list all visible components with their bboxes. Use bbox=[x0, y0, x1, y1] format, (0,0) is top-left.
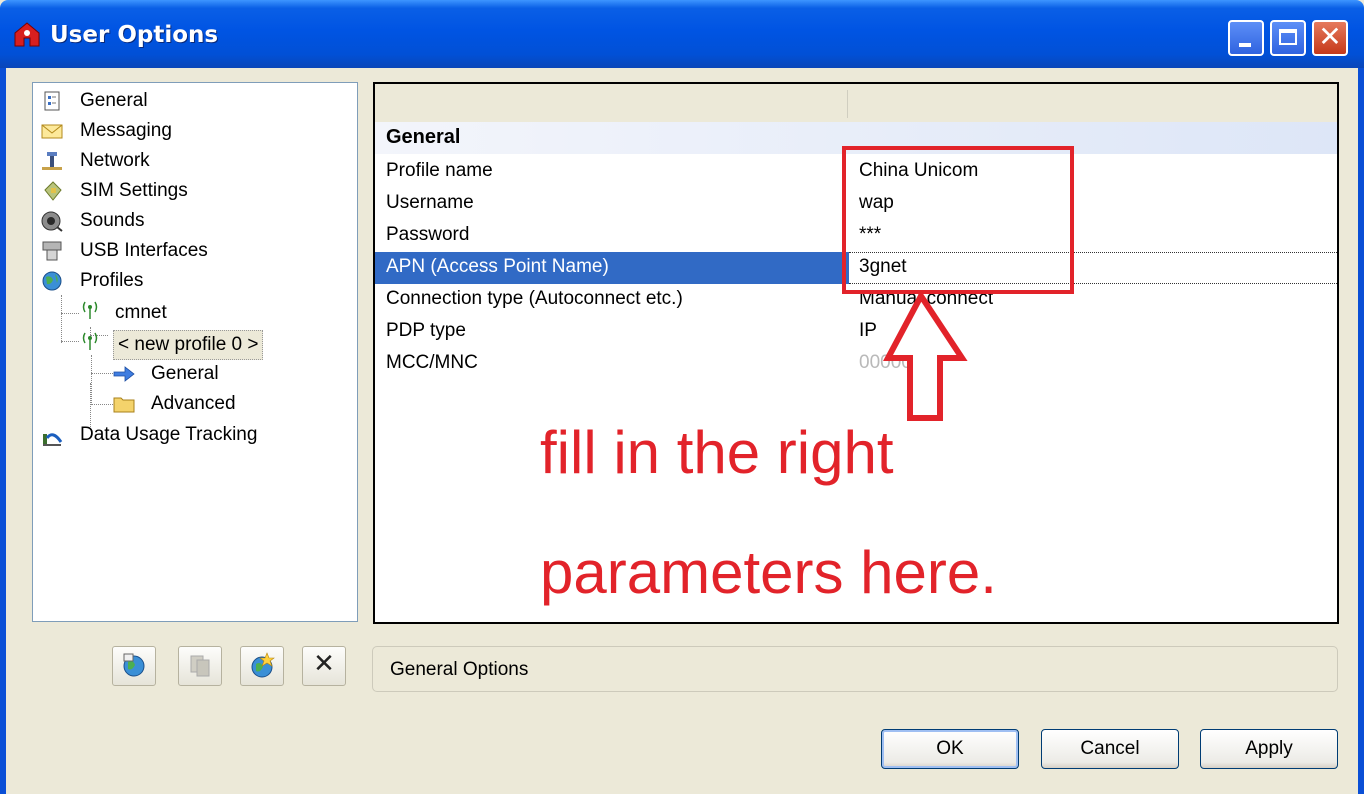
tree-item-label: cmnet bbox=[115, 302, 167, 323]
tree-item-label: Network bbox=[80, 150, 150, 171]
tree-item-label: USB Interfaces bbox=[80, 240, 208, 261]
tree-item-label: General bbox=[151, 363, 219, 384]
tree-connector bbox=[91, 373, 113, 374]
close-button[interactable]: ✕ bbox=[1312, 20, 1348, 56]
app-logo-icon bbox=[14, 22, 40, 47]
category-label: General bbox=[386, 126, 461, 148]
antenna-icon bbox=[82, 332, 98, 350]
connect-profile-icon bbox=[123, 653, 145, 677]
property-value[interactable]: IP bbox=[859, 320, 877, 342]
annotation-text: parameters here. bbox=[540, 539, 997, 606]
speaker-icon bbox=[41, 211, 63, 232]
globe-icon bbox=[42, 271, 62, 291]
delete-profile-button[interactable]: ✕ bbox=[302, 646, 346, 686]
window-border-right bbox=[1358, 68, 1364, 794]
copy-profile-button[interactable] bbox=[178, 646, 222, 686]
tree-item-label: Sounds bbox=[80, 210, 145, 231]
property-name: MCC/MNC bbox=[386, 352, 478, 373]
tree-item-label: Data Usage Tracking bbox=[80, 424, 258, 445]
minimize-button[interactable] bbox=[1228, 20, 1264, 56]
window-title: User Options bbox=[50, 22, 219, 48]
column-separator[interactable] bbox=[847, 90, 848, 118]
status-panel: General Options bbox=[372, 646, 1338, 692]
close-icon: ✕ bbox=[1318, 20, 1342, 53]
property-name: Profile name bbox=[386, 160, 493, 181]
property-name: PDP type bbox=[386, 320, 466, 341]
tree-connector bbox=[91, 355, 92, 405]
sim-card-icon bbox=[44, 181, 62, 201]
connect-profile-button[interactable] bbox=[112, 646, 156, 686]
new-profile-button[interactable] bbox=[240, 646, 284, 686]
title-bar[interactable]: User Options ✕ bbox=[0, 0, 1364, 68]
tree-item-label: < new profile 0 > bbox=[113, 330, 264, 360]
grid-header bbox=[375, 84, 1337, 123]
property-name: Username bbox=[386, 192, 474, 213]
tree-item-label: General bbox=[80, 90, 148, 111]
tree-item-label: Profiles bbox=[80, 270, 144, 291]
cancel-button[interactable]: Cancel bbox=[1041, 729, 1179, 769]
arrow-right-icon bbox=[113, 366, 135, 382]
annotation-highlight-box bbox=[842, 146, 1074, 294]
user-options-window: User Options ✕ General Messaging Network bbox=[0, 0, 1364, 794]
document-icon bbox=[44, 91, 60, 111]
property-name: APN (Access Point Name) bbox=[386, 256, 609, 277]
maximize-button[interactable] bbox=[1270, 20, 1306, 56]
status-text: General Options bbox=[390, 659, 529, 680]
tree-item-label: Advanced bbox=[151, 393, 236, 414]
window-border-left bbox=[0, 68, 6, 794]
apply-button[interactable]: Apply bbox=[1200, 729, 1338, 769]
annotation-arrow-icon bbox=[883, 292, 968, 421]
options-tree[interactable]: General Messaging Network SIM Settings S… bbox=[32, 82, 358, 622]
property-name: Connection type (Autoconnect etc.) bbox=[386, 288, 683, 309]
envelope-icon bbox=[41, 124, 63, 139]
usb-icon bbox=[42, 241, 62, 261]
copy-profile-icon bbox=[190, 655, 210, 677]
network-icon bbox=[42, 152, 62, 170]
annotation-text: fill in the right bbox=[540, 419, 894, 486]
property-name: Password bbox=[386, 224, 470, 245]
tree-connector bbox=[61, 341, 79, 342]
tree-item-label: Messaging bbox=[80, 120, 172, 141]
tree-connector bbox=[61, 313, 79, 314]
new-profile-icon bbox=[251, 652, 275, 678]
tree-connector bbox=[91, 404, 113, 405]
chart-icon bbox=[43, 433, 63, 446]
folder-icon bbox=[113, 397, 135, 413]
tree-connector bbox=[61, 295, 62, 343]
delete-icon: ✕ bbox=[313, 649, 335, 679]
ok-button[interactable]: OK bbox=[881, 729, 1019, 769]
tree-item-label: SIM Settings bbox=[80, 180, 188, 201]
antenna-icon bbox=[82, 301, 98, 319]
property-row[interactable]: MCC/MNC 000000 bbox=[375, 348, 1337, 380]
property-row[interactable]: PDP type IP bbox=[375, 316, 1337, 348]
